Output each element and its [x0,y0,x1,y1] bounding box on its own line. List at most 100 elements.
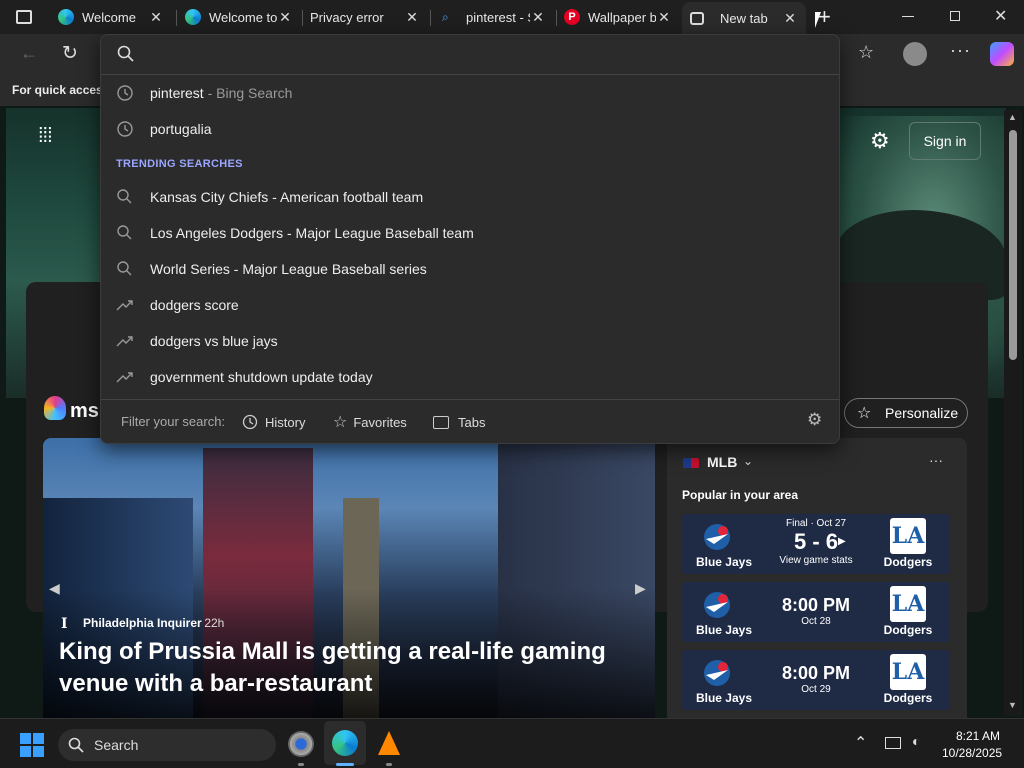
news-card[interactable]: ◀ ▶ I Philadelphia Inquirer · 22h King o… [43,438,655,718]
filter-favorites-button[interactable]: ☆ Favorites [333,410,407,434]
away-team: Dodgers [883,555,933,569]
search-icon: ⌕ [442,10,449,24]
scroll-down-icon[interactable]: ▼ [1008,700,1017,710]
history-icon [241,413,259,431]
settings-icon[interactable]: ⚙ [870,128,890,154]
prev-arrow-icon[interactable]: ◀ [49,580,60,597]
refresh-button[interactable]: ↻ [62,42,78,65]
history-icon [115,83,135,103]
personalize-label: Personalize [885,405,959,421]
copilot-icon[interactable] [990,42,1014,66]
suggestion-subtext: - American football team [268,189,424,205]
close-icon[interactable]: ✕ [530,9,546,26]
personalize-button[interactable]: ☆ Personalize [844,398,968,428]
search-icon [115,259,135,279]
suggestion-trending[interactable]: government shutdown update today [101,359,839,395]
suggestion-trending[interactable]: Kansas City Chiefs - American football t… [101,179,839,215]
filter-history-label: History [265,414,306,430]
suggestion-text: Los Angeles Dodgers [150,225,284,241]
tab-strip: Welcome ✕ Welcome to ✕ Privacy error ✕ ⌕… [0,0,1024,34]
suggestion-history[interactable]: portugalia [101,111,839,147]
home-team: Blue Jays [695,623,753,637]
close-icon[interactable]: ✕ [404,9,420,26]
minimize-button[interactable] [902,16,914,17]
tab-actions-icon[interactable] [16,10,32,24]
address-bar[interactable] [101,35,839,75]
settings-app-icon[interactable] [288,731,314,757]
more-icon[interactable]: ··· [950,40,971,61]
search-icon [115,223,135,243]
back-button[interactable]: ← [20,43,38,64]
game-card[interactable]: Blue Jays 8:00 PM Oct 29 LA Dodgers [682,650,950,710]
game-score: 5 - 6 [793,529,839,554]
taskbar-search[interactable]: Search [58,729,276,761]
blue-jays-logo-icon [700,522,734,552]
star-icon: ☆ [333,414,348,431]
suggestion-subtext: - Major League Baseball team [283,225,474,241]
apps-grid-icon[interactable]: ⁞⁞⁞ [38,126,53,146]
filter-history-button[interactable]: History [241,410,305,434]
game-score: 8:00 PM [781,663,851,683]
scroll-thumb[interactable] [1009,130,1017,360]
tab-new-tab[interactable]: New tab ✕ [682,2,806,34]
game-card[interactable]: Blue Jays Final · Oct 27 5 - 6 View game… [682,514,950,574]
home-team: Blue Jays [695,691,753,705]
tab-wallpaper[interactable]: P Wallpaper b ✕ [556,4,680,30]
start-button[interactable] [20,733,44,757]
chevron-up-icon[interactable]: ⌃ [854,733,867,753]
mlb-subtitle: Popular in your area [682,488,799,502]
tab-welcome-to[interactable]: Welcome to ✕ [177,4,301,30]
close-icon[interactable]: ✕ [656,9,672,26]
game-note[interactable]: View game stats [766,555,866,566]
address-input[interactable] [145,43,825,67]
personalize-icon: ☆ [857,405,872,422]
suggestion-trending[interactable]: dodgers score [101,287,839,323]
search-icon [117,45,135,68]
close-window-button[interactable]: ✕ [994,6,1007,26]
scroll-up-icon[interactable]: ▲ [1008,112,1017,122]
filter-tabs-button[interactable]: Tabs [433,410,485,434]
close-icon[interactable]: ✕ [277,9,293,26]
dodgers-logo-icon: LA [890,586,926,622]
display-icon[interactable] [885,737,901,749]
filter-tabs-label: Tabs [458,414,486,430]
tab-privacy-error[interactable]: Privacy error ✕ [302,4,428,30]
favorites-icon[interactable]: ☆ [858,42,874,63]
page-scrollbar[interactable]: ▲ ▼ [1004,110,1022,716]
clock-date[interactable]: 10/28/2025 [942,746,1002,760]
history-icon [115,119,135,139]
suggestion-history[interactable]: pinterest - Bing Search [101,75,839,111]
game-card[interactable]: Blue Jays 8:00 PM Oct 28 LA Dodgers [682,582,950,642]
tab-pinterest-search[interactable]: ⌕ pinterest - S ✕ [434,4,554,30]
network-icon[interactable]: ◐ [912,733,920,749]
tab-welcome[interactable]: Welcome ✕ [50,4,172,30]
dropdown-settings-icon[interactable]: ⚙ [807,410,822,430]
sign-in-button[interactable]: Sign in [909,122,981,160]
suggestion-text: Kansas City Chiefs [150,189,269,205]
game-score: 8:00 PM [781,595,851,615]
filter-favorites-label: Favorites [353,414,407,430]
trending-icon [115,331,135,351]
chevron-down-icon[interactable]: ⌄ [743,454,753,468]
mlb-title[interactable]: MLB [707,454,737,470]
more-options-icon[interactable]: ··· [929,452,943,468]
filter-label: Filter your search: [121,414,226,429]
profile-avatar[interactable] [903,42,927,66]
trending-header: TRENDING SEARCHES [116,158,243,170]
tab-label: Welcome to [209,9,277,25]
suggestion-trending[interactable]: World Series - Major League Baseball ser… [101,251,839,287]
clock-time[interactable]: 8:21 AM [956,729,1000,743]
close-icon[interactable]: ✕ [782,10,798,27]
suggestion-trending[interactable]: dodgers vs blue jays [101,323,839,359]
away-team: Dodgers [883,623,933,637]
news-headline[interactable]: King of Prussia Mall is getting a real-l… [59,636,619,700]
vlc-app-icon[interactable] [378,731,400,755]
tab-separator [430,10,431,26]
close-icon[interactable]: ✕ [148,9,164,26]
trending-icon [115,367,135,387]
restore-button[interactable] [950,11,960,21]
tabs-icon [433,415,449,429]
game-status: Final · Oct 27 [785,518,847,529]
suggestion-trending[interactable]: Los Angeles Dodgers - Major League Baseb… [101,215,839,251]
next-arrow-icon[interactable]: ▶ [635,580,646,597]
